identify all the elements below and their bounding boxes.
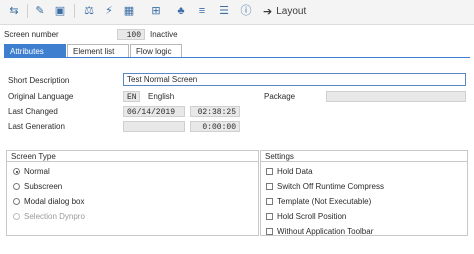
checkbox-hold-data[interactable]: Hold Data xyxy=(266,167,313,176)
screen-type-group: Screen Type Normal Subscreen Modal dialo… xyxy=(6,150,259,236)
settings-title: Settings xyxy=(261,151,467,162)
tab-flow-logic[interactable]: Flow logic xyxy=(130,44,182,57)
radio-icon xyxy=(13,198,20,205)
settings-group: Settings Hold Data Switch Off Runtime Co… xyxy=(260,150,468,236)
checkbox-without-application-toolbar[interactable]: Without Application Toolbar xyxy=(266,227,373,236)
last-changed-time-field: 02:38:25 xyxy=(190,106,240,117)
tab-attributes[interactable]: Attributes xyxy=(4,44,66,57)
radio-disabled-icon xyxy=(13,213,20,220)
layout-button[interactable]: ➔ Layout xyxy=(263,3,306,19)
toolbar-separator xyxy=(74,4,75,18)
checkbox-switch-off-runtime-compress[interactable]: Switch Off Runtime Compress xyxy=(266,182,384,191)
activate-icon[interactable]: ▣ xyxy=(52,3,68,19)
list-icon[interactable]: ≡ xyxy=(194,3,210,19)
checkbox-icon xyxy=(266,213,273,220)
layout-label: Layout xyxy=(276,5,307,17)
checkbox-icon xyxy=(266,168,273,175)
checkbox-template[interactable]: Template (Not Executable) xyxy=(266,197,371,206)
checkbox-label: Hold Data xyxy=(277,167,313,176)
back-forward-icon[interactable]: ⇆ xyxy=(6,3,22,19)
last-generation-label: Last Generation xyxy=(8,122,65,131)
radio-label: Subscreen xyxy=(24,182,63,191)
radio-selected-icon xyxy=(13,168,20,175)
check-icon[interactable]: ⚖ xyxy=(81,3,97,19)
checkbox-icon xyxy=(266,183,273,190)
info-icon[interactable]: ⓘ xyxy=(238,3,254,19)
settings-list-icon[interactable]: ☰ xyxy=(216,3,232,19)
object-list-icon[interactable]: ▦ xyxy=(121,3,137,19)
radio-label: Modal dialog box xyxy=(24,197,85,206)
short-description-input[interactable]: Test Normal Screen xyxy=(123,73,466,86)
radio-label: Selection Dynpro xyxy=(24,212,85,221)
screen-number-label: Screen number xyxy=(4,30,59,39)
where-used-icon[interactable]: ⚡ xyxy=(101,3,117,19)
screen-type-title: Screen Type xyxy=(7,151,258,162)
radio-subscreen[interactable]: Subscreen xyxy=(13,182,62,191)
application-toolbar: ⇆ ✎ ▣ ⚖ ⚡ ▦ ⊞ ♣ ≡ ☰ ⓘ ➔ Layout xyxy=(0,0,474,25)
toolbar-separator xyxy=(27,4,28,18)
checkbox-label: Template (Not Executable) xyxy=(277,197,372,206)
radio-normal[interactable]: Normal xyxy=(13,167,50,176)
arrow-right-icon: ➔ xyxy=(263,5,273,18)
language-name: English xyxy=(148,92,175,101)
package-label: Package xyxy=(264,92,296,101)
checkbox-label: Hold Scroll Position xyxy=(277,212,347,221)
original-language-label: Original Language xyxy=(8,92,74,101)
checkbox-icon xyxy=(266,228,273,235)
short-description-label: Short Description xyxy=(8,76,70,85)
display-change-icon[interactable]: ✎ xyxy=(32,3,48,19)
tab-underline xyxy=(4,57,470,58)
radio-selection-dynpro: Selection Dynpro xyxy=(13,212,85,221)
radio-icon xyxy=(13,183,20,190)
last-generation-date-field xyxy=(123,121,185,132)
radio-label: Normal xyxy=(24,167,50,176)
last-generation-time-field: 0:00:00 xyxy=(190,121,240,132)
screen-number-field: 100 xyxy=(117,29,145,40)
last-changed-date-field: 06/14/2019 xyxy=(123,106,185,117)
screen-status: Inactive xyxy=(150,30,178,39)
language-code-field: EN xyxy=(123,91,140,102)
package-field xyxy=(326,91,466,102)
navigation-window-icon[interactable]: ⊞ xyxy=(148,3,164,19)
checkbox-hold-scroll-position[interactable]: Hold Scroll Position xyxy=(266,212,346,221)
tab-element-list[interactable]: Element list xyxy=(67,44,129,57)
last-changed-label: Last Changed xyxy=(8,107,58,116)
checkbox-icon xyxy=(266,198,273,205)
checkbox-label: Without Application Toolbar xyxy=(277,227,374,236)
hierarchy-icon[interactable]: ♣ xyxy=(173,3,189,19)
radio-modal-dialog-box[interactable]: Modal dialog box xyxy=(13,197,84,206)
checkbox-label: Switch Off Runtime Compress xyxy=(277,182,384,191)
